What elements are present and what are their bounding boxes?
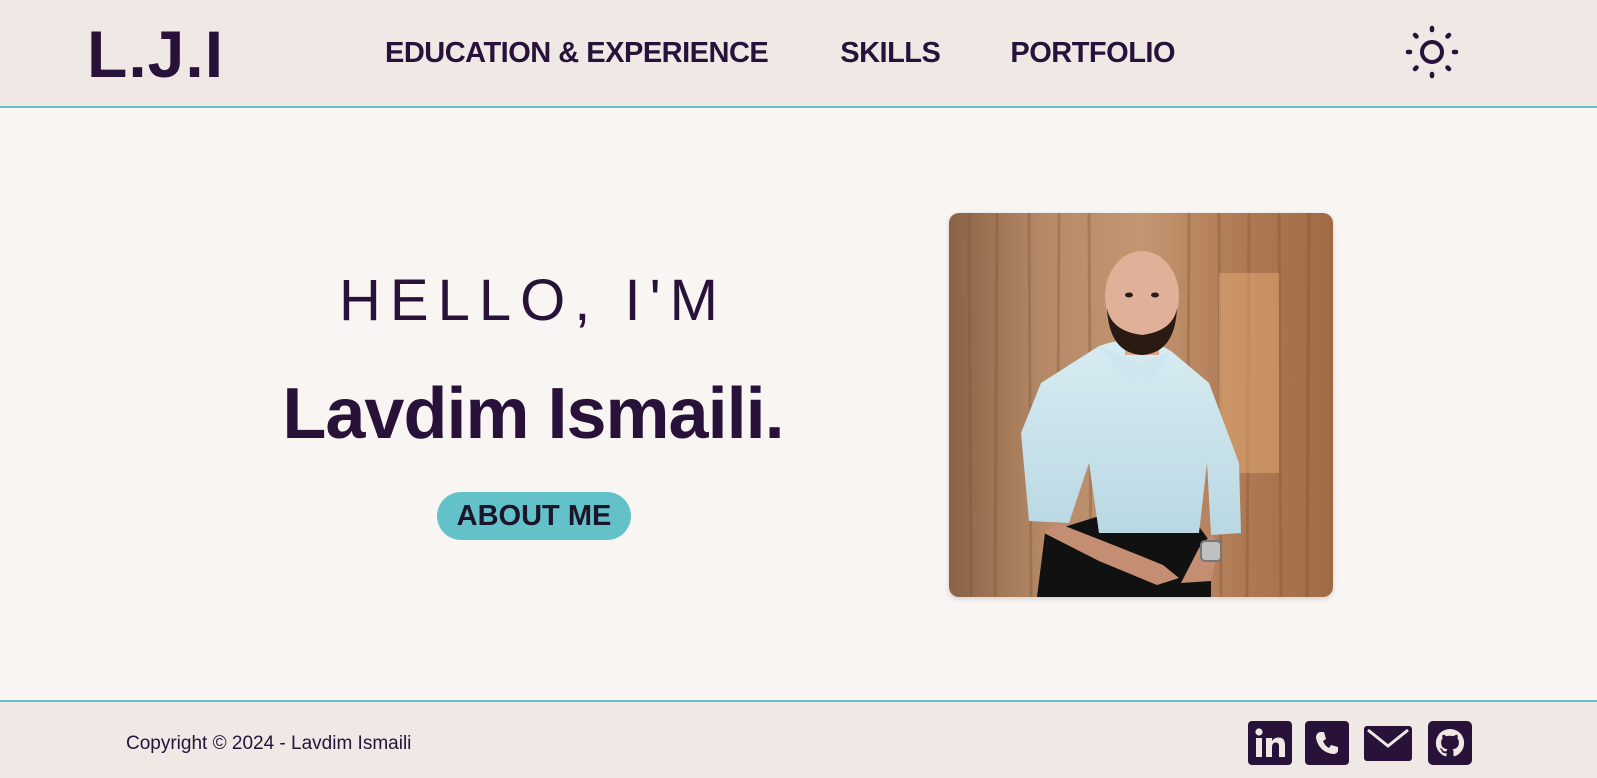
profile-photo-image <box>949 213 1333 597</box>
hero-name: Lavdim Ismaili. <box>282 374 784 454</box>
theme-toggle-button[interactable] <box>1404 24 1460 80</box>
copyright-text: Copyright © 2024 - Lavdim Ismaili <box>126 733 412 754</box>
site-header: L.J.I EDUCATION & EXPERIENCE SKILLS PORT… <box>0 0 1597 108</box>
linkedin-icon[interactable] <box>1248 721 1292 765</box>
site-logo[interactable]: L.J.I <box>87 14 224 94</box>
nav-link-portfolio[interactable]: PORTFOLIO <box>1010 36 1175 70</box>
mail-icon[interactable] <box>1363 721 1413 765</box>
phone-icon[interactable] <box>1305 721 1349 765</box>
sun-icon <box>1405 25 1459 79</box>
about-me-button[interactable]: ABOUT ME <box>437 492 631 540</box>
profile-photo <box>949 213 1333 597</box>
nav-link-education-experience[interactable]: EDUCATION & EXPERIENCE <box>385 36 769 70</box>
github-icon[interactable] <box>1428 721 1472 765</box>
hero-greeting: HELLO, I'M <box>339 268 727 333</box>
main-nav: EDUCATION & EXPERIENCE SKILLS PORTFOLIO <box>385 36 1176 70</box>
nav-link-skills[interactable]: SKILLS <box>840 36 941 70</box>
hero-section: HELLO, I'M Lavdim Ismaili. ABOUT ME <box>0 108 1597 700</box>
site-footer: Copyright © 2024 - Lavdim Ismaili <box>0 700 1597 778</box>
